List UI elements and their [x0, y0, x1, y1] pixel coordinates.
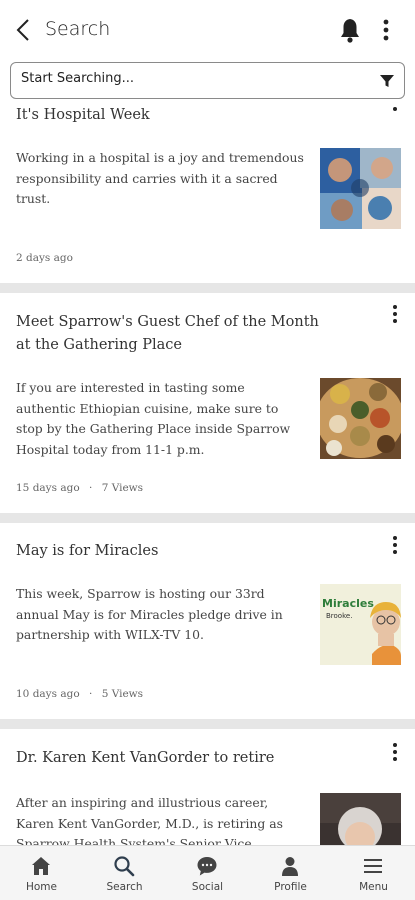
article-views: 7 Views	[101, 482, 144, 494]
search-bar	[10, 62, 405, 99]
article-card[interactable]: May is for Miracles This week, Sparrow i…	[0, 523, 415, 719]
article-feed[interactable]: It's Hospital Week Working in a hospital…	[0, 100, 415, 845]
article-meta: 10 days ago · 5 Views	[16, 688, 143, 700]
article-card[interactable]: Dr. Karen Kent VanGorder to retire After…	[0, 729, 415, 845]
article-excerpt: This week, Sparrow is hosting our 33rd a…	[16, 586, 283, 642]
tab-menu[interactable]: Menu	[332, 846, 415, 900]
article-excerpt: Working in a hospital is a joy and treme…	[16, 150, 304, 206]
article-title[interactable]: Dr. Karen Kent VanGorder to retire	[16, 747, 336, 770]
more-options-icon[interactable]	[388, 104, 402, 116]
meta-separator: ·	[89, 482, 93, 494]
meta-separator: ·	[89, 688, 93, 700]
article-thumbnail[interactable]	[320, 148, 401, 229]
article-excerpt: After an inspiring and illustrious caree…	[16, 795, 284, 845]
article-views: 5 Views	[101, 688, 144, 700]
person-icon	[282, 857, 298, 876]
article-thumbnail[interactable]	[320, 793, 401, 845]
more-options-icon[interactable]	[388, 304, 402, 324]
thumbnail-caption-miracles: Miracles	[322, 597, 374, 610]
tab-label: Social	[191, 881, 224, 893]
more-options-icon[interactable]	[377, 17, 395, 43]
tab-label: Menu	[359, 881, 388, 893]
article-meta: 15 days ago · 7 Views	[16, 482, 143, 494]
article-card[interactable]: It's Hospital Week Working in a hospital…	[0, 100, 415, 283]
article-thumbnail[interactable]	[320, 378, 401, 459]
filter-icon[interactable]	[380, 74, 394, 88]
article-excerpt: If you are interested in tasting some au…	[16, 380, 291, 457]
article-card[interactable]: Meet Sparrow's Guest Chef of the Month a…	[0, 293, 415, 513]
tab-search[interactable]: Search	[83, 846, 166, 900]
more-options-icon[interactable]	[388, 535, 402, 555]
thumbnail-caption-name: Brooke.	[326, 612, 353, 620]
article-thumbnail[interactable]: Miracles Brooke.	[320, 584, 401, 665]
app-header: Search	[0, 0, 415, 62]
article-age: 15 days ago	[16, 482, 80, 494]
home-icon	[32, 857, 50, 875]
tab-social[interactable]: Social	[166, 846, 249, 900]
search-input[interactable]	[21, 71, 361, 86]
tab-label: Home	[25, 881, 57, 893]
tab-label: Profile	[274, 881, 307, 893]
hamburger-menu-icon	[364, 859, 382, 873]
tab-label: Search	[106, 881, 143, 893]
back-arrow-icon[interactable]	[12, 16, 36, 44]
bell-icon[interactable]	[339, 17, 361, 43]
article-title[interactable]: It's Hospital Week	[16, 104, 336, 127]
article-title[interactable]: Meet Sparrow's Guest Chef of the Month a…	[16, 311, 336, 357]
more-options-icon[interactable]	[388, 742, 402, 762]
search-icon	[114, 856, 135, 877]
bottom-tab-bar: Home Search Social Profile Menu	[0, 845, 415, 900]
article-age: 2 days ago	[16, 252, 73, 264]
article-meta: 2 days ago	[16, 252, 73, 264]
article-age: 10 days ago	[16, 688, 80, 700]
page-title: Search	[45, 18, 111, 40]
chat-bubble-icon	[197, 857, 217, 876]
tab-profile[interactable]: Profile	[249, 846, 332, 900]
tab-home[interactable]: Home	[0, 846, 83, 900]
article-title[interactable]: May is for Miracles	[16, 540, 336, 563]
